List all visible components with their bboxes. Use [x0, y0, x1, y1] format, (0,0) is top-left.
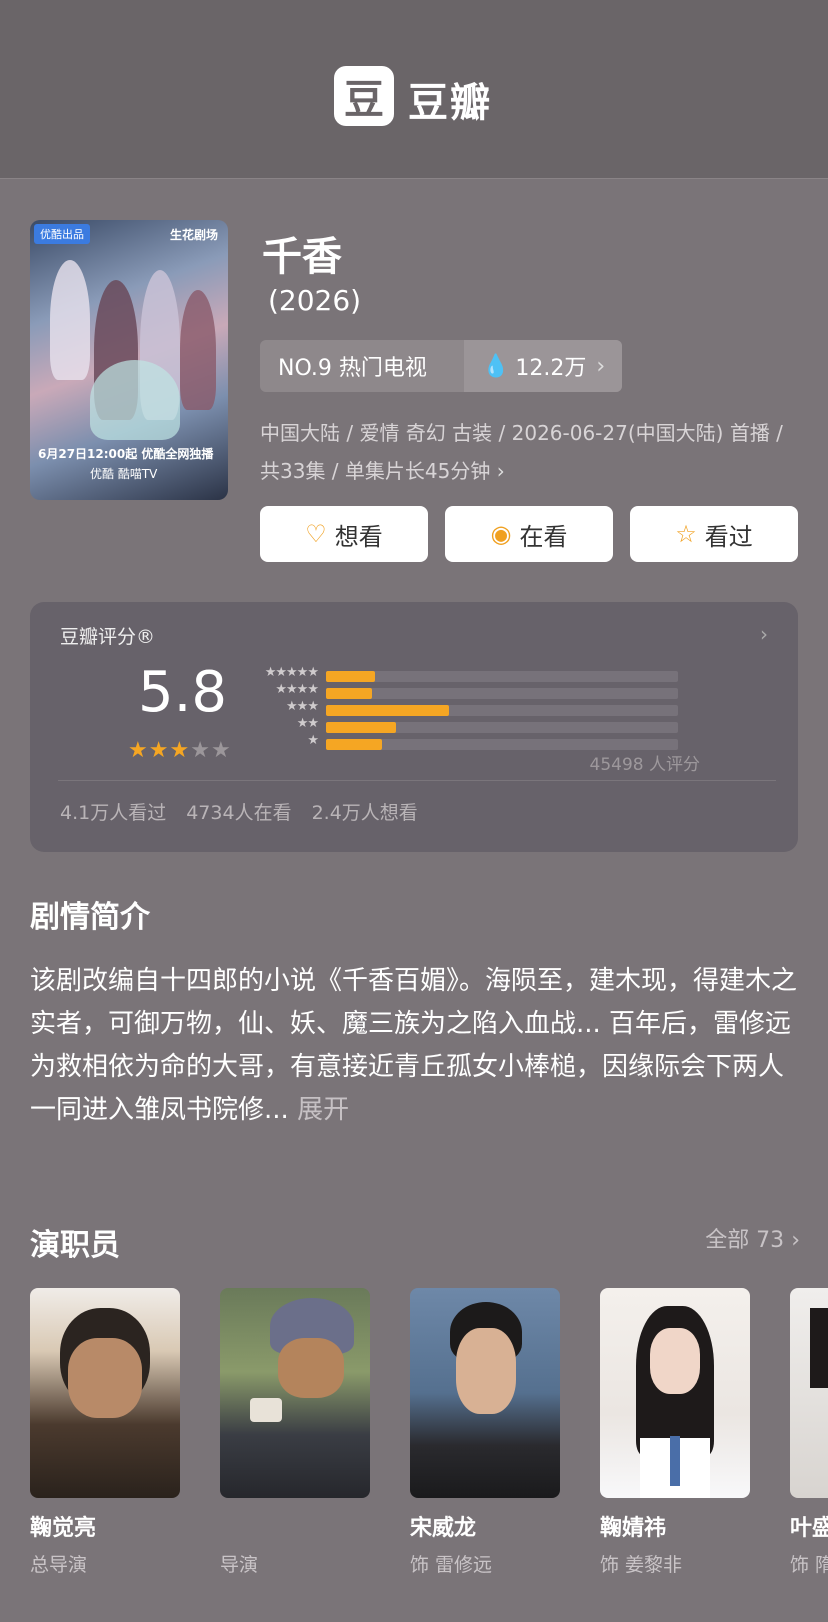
cast-name: 叶盛 — [790, 1516, 828, 1541]
star-empty-icon: ★ — [210, 738, 232, 763]
poster-caption: 6月27日12:00起 优酷全网独播 — [38, 447, 214, 461]
target-icon: ◉ — [490, 520, 512, 548]
cast-role: 饰 雷修远 — [410, 1554, 493, 1576]
rating-bar-track — [326, 739, 678, 750]
rating-bar-stars-icon: ★★★★ — [275, 682, 319, 697]
top-bar: 豆 豆瓣 — [0, 0, 828, 179]
rating-bar-track — [326, 688, 678, 699]
rating-bar-stars-icon: ★★★ — [286, 699, 319, 714]
watched-button[interactable]: ☆ 看过 — [630, 506, 798, 562]
rating-bar-fill — [326, 705, 450, 716]
cast-role: 饰 隋 — [790, 1554, 828, 1576]
watched-label: 看过 — [704, 522, 753, 551]
rank-pill[interactable]: NO.9 热门电视 💧 12.2万 › — [260, 340, 622, 392]
cast-card[interactable]: 宋威龙 饰 雷修远 — [410, 1288, 560, 1576]
poster-badge: 优酷出品 — [34, 224, 90, 244]
rating-count: 45498 人评分 — [589, 755, 700, 775]
chevron-right-icon: › — [596, 353, 606, 379]
cast-role: 导演 — [220, 1554, 259, 1576]
rating-bar-stars-icon: ★★ — [296, 716, 319, 731]
cast-name: 宋威龙 — [410, 1516, 477, 1541]
chevron-right-icon: › — [496, 459, 505, 483]
watching-button[interactable]: ◉ 在看 — [445, 506, 613, 562]
cast-card[interactable]: 叶盛 饰 隋 — [790, 1288, 828, 1576]
cast-card[interactable]: 导演 — [220, 1288, 370, 1576]
heat-badge[interactable]: 💧 12.2万 › — [464, 340, 622, 392]
cast-photo — [30, 1288, 180, 1498]
heart-plus-icon: ♡ — [305, 520, 327, 548]
rating-bar-fill — [326, 722, 397, 733]
chevron-right-icon: › — [760, 622, 768, 646]
synopsis-heading: 剧情简介 — [30, 900, 150, 935]
rating-bar-track — [326, 705, 678, 716]
rating-bar-fill — [326, 671, 376, 682]
poster-studio: 生花剧场 — [169, 228, 218, 242]
want-count[interactable]: 2.4万人想看 — [312, 798, 418, 825]
douban-logo-icon: 豆 — [334, 66, 394, 126]
watched-count[interactable]: 4.1万人看过 — [60, 798, 166, 825]
chevron-right-icon: › — [791, 1228, 800, 1253]
want-label: 想看 — [334, 522, 383, 551]
cast-card[interactable]: 鞠婧祎 饰 姜黎非 — [600, 1288, 750, 1576]
cast-name: 鞠婧祎 — [600, 1516, 667, 1541]
app-name: 豆瓣 — [408, 80, 492, 126]
rating-bar-stars-icon: ★★★★★ — [264, 665, 319, 680]
meta-info[interactable]: 中国大陆 / 爱情 奇幻 古装 / 2026-06-27(中国大陆) 首播 / … — [260, 414, 800, 490]
cast-all-link[interactable]: 全部 73 › — [705, 1222, 800, 1254]
cast-heading: 演职员 — [30, 1228, 120, 1263]
cast-name: 鞠觉亮 — [30, 1516, 97, 1541]
cast-role: 饰 姜黎非 — [600, 1554, 683, 1576]
poster-image[interactable]: 优酷出品 生花剧场 6月27日12:00起 优酷全网独播 优酷 酷喵TV — [30, 220, 228, 500]
flame-icon: 💧 — [482, 353, 510, 379]
cast-photo — [220, 1288, 370, 1498]
cast-card[interactable]: 鞠觉亮 总导演 — [30, 1288, 180, 1576]
rating-label: 豆瓣评分® — [60, 626, 156, 648]
watching-label: 在看 — [519, 522, 568, 551]
watching-count[interactable]: 4734人在看 — [186, 798, 291, 825]
page-title: 千香 — [262, 234, 342, 280]
rating-distribution: ★★★★★ ★★★★ ★★★ ★★ ★ — [252, 665, 682, 753]
rank-label: NO.9 热门电视 — [278, 356, 427, 381]
rating-card[interactable]: 豆瓣评分® › 5.8 ★★★★★ ★★★★★ ★★★★ ★★★ ★★ ★ 45498 … — [30, 602, 798, 852]
release-year: (2026) — [268, 284, 362, 317]
rating-stats: 4.1万人看过 4734人在看 2.4万人想看 — [60, 798, 418, 825]
cast-photo — [790, 1288, 828, 1498]
meta-text: 中国大陆 / 爱情 奇幻 古装 / 2026-06-27(中国大陆) 首播 / … — [260, 421, 783, 483]
synopsis-body: 该剧改编自十四郎的小说《千香百媚》。海陨至，建木现，得建木之实者，可御万物，仙、… — [30, 966, 798, 1125]
synopsis-text[interactable]: 该剧改编自十四郎的小说《千香百媚》。海陨至，建木现，得建木之实者，可御万物，仙、… — [30, 960, 800, 1132]
rating-bar-stars-icon: ★ — [307, 733, 319, 748]
cast-role: 总导演 — [30, 1554, 88, 1576]
rating-stars: ★★★★★ — [128, 738, 232, 763]
star-outline-icon: ☆ — [675, 520, 697, 548]
star-filled-icon: ★ — [169, 738, 191, 763]
cast-photo — [410, 1288, 560, 1498]
star-filled-icon: ★ — [128, 738, 149, 763]
divider — [58, 780, 776, 781]
star-filled-icon: ★ — [148, 738, 170, 763]
rating-bar-track — [326, 722, 678, 733]
heat-value: 12.2万 — [515, 356, 587, 381]
want-button[interactable]: ♡ 想看 — [260, 506, 428, 562]
poster-brands: 优酷 酷喵TV — [90, 467, 158, 481]
cast-photo — [600, 1288, 750, 1498]
rating-bar-fill — [326, 688, 372, 699]
rating-bar-track — [326, 671, 678, 682]
rating-bar-fill — [326, 739, 383, 750]
cast-all-label: 全部 73 — [705, 1228, 785, 1253]
rating-score: 5.8 — [138, 660, 228, 725]
expand-link[interactable]: 展开 — [297, 1095, 349, 1125]
star-empty-icon: ★ — [190, 738, 211, 763]
